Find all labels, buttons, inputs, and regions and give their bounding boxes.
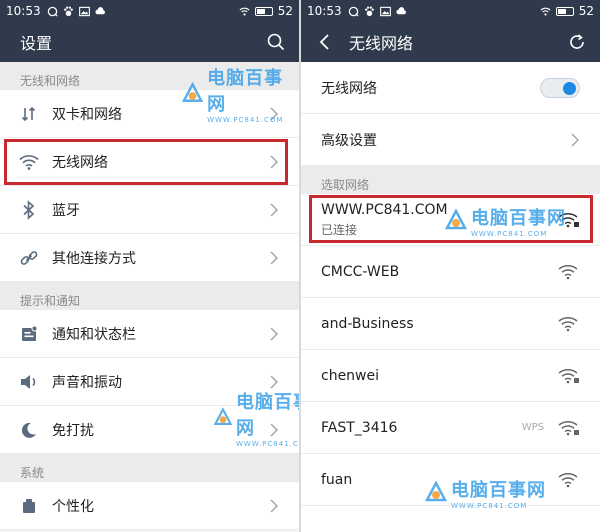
- wifi-icon: [558, 316, 578, 331]
- image-icon: [78, 6, 90, 16]
- network-item[interactable]: and-Business: [301, 298, 600, 350]
- settings-screen: 10:53 52 设置 无线和网络 双卡和网络 无线网络 蓝牙 其他连接方式 提…: [0, 0, 299, 532]
- wifi-locked-icon: [558, 212, 579, 227]
- status-bar: 10:53 52: [301, 0, 600, 22]
- settings-item-bluetooth[interactable]: 蓝牙: [0, 186, 299, 234]
- paw-icon: [63, 6, 73, 16]
- page-title: 设置: [20, 34, 53, 53]
- wlan-toggle-row[interactable]: 无线网络: [301, 62, 600, 114]
- settings-item-sound[interactable]: 声音和振动: [0, 358, 299, 406]
- chevron-right-icon: [270, 107, 278, 120]
- network-item[interactable]: fuan: [301, 454, 600, 506]
- personalize-icon: [18, 495, 40, 517]
- paw-icon: [364, 6, 374, 16]
- chevron-right-icon: [270, 423, 278, 436]
- network-item[interactable]: WWW.PC841.COM 已连接: [301, 194, 600, 246]
- sound-icon: [18, 371, 40, 393]
- settings-item-label: 无线网络: [52, 154, 108, 171]
- settings-item-label: 免打扰: [52, 422, 94, 439]
- network-status: 已连接: [321, 222, 358, 237]
- wifi-locked-icon: [558, 368, 579, 383]
- section-header: 提示和通知: [0, 282, 299, 310]
- back-arrow-icon[interactable]: [313, 33, 337, 51]
- network-item[interactable]: chenwei: [301, 350, 600, 402]
- network-item[interactable]: CMCC-WEB: [301, 246, 600, 298]
- wlan-toggle-label: 无线网络: [321, 80, 377, 97]
- cloud-icon: [95, 6, 105, 14]
- search-icon[interactable]: [267, 33, 285, 51]
- battery-level: 52: [277, 4, 293, 18]
- chevron-right-icon: [270, 499, 278, 512]
- chevron-right-icon: [270, 203, 278, 216]
- section-header: 系统: [0, 454, 299, 482]
- settings-item-label: 其他连接方式: [52, 250, 136, 267]
- settings-item-label: 声音和振动: [52, 374, 122, 391]
- page-title: 无线网络: [349, 34, 414, 53]
- wifi-icon: [18, 151, 40, 173]
- refresh-icon[interactable]: [568, 33, 586, 51]
- status-bar: 10:53 52: [0, 0, 299, 22]
- network-name: chenwei: [321, 367, 380, 384]
- network-name: WWW.PC841.COM: [321, 201, 448, 218]
- chevron-right-icon: [270, 375, 278, 388]
- sim-icon: [18, 103, 40, 125]
- bluetooth-icon: [18, 199, 40, 221]
- network-name: and-Business: [321, 315, 414, 332]
- link-icon: [18, 247, 40, 269]
- wifi-locked-icon: [558, 420, 579, 435]
- section-header: 选取网络: [301, 166, 600, 194]
- network-name: CMCC-WEB: [321, 263, 400, 280]
- wlan-screen: 10:53 52 无线网络 无线网络 高级设置 选取网络 WWW.PC841.C…: [301, 0, 600, 532]
- cloud-icon: [396, 6, 406, 14]
- settings-item-wlan[interactable]: 无线网络: [0, 138, 299, 186]
- chevron-right-icon: [270, 251, 278, 264]
- settings-item-notifications[interactable]: 通知和状态栏: [0, 310, 299, 358]
- app-bar: 无线网络: [301, 22, 600, 62]
- status-time: 10:53: [6, 4, 41, 18]
- network-item[interactable]: FAST_3416 WPS: [301, 402, 600, 454]
- wps-badge: WPS: [521, 422, 544, 433]
- image-icon: [379, 6, 391, 16]
- advanced-settings-row[interactable]: 高级设置: [301, 114, 600, 166]
- notification-icon: [18, 323, 40, 345]
- status-time: 10:53: [307, 4, 342, 18]
- settings-item-label: 通知和状态栏: [52, 326, 136, 343]
- chevron-right-icon: [270, 155, 278, 168]
- settings-item-other-connections[interactable]: 其他连接方式: [0, 234, 299, 282]
- notification-q-icon: [47, 6, 58, 17]
- wifi-icon: [558, 472, 578, 487]
- app-bar: 设置: [0, 22, 299, 62]
- settings-item-label: 个性化: [52, 498, 94, 515]
- wifi-icon: [558, 264, 578, 279]
- settings-item-personalize[interactable]: 个性化: [0, 482, 299, 530]
- settings-item-do-not-disturb[interactable]: 免打扰: [0, 406, 299, 454]
- network-name: fuan: [321, 471, 353, 488]
- notification-q-icon: [348, 6, 359, 17]
- advanced-settings-label: 高级设置: [321, 132, 377, 149]
- network-name: FAST_3416: [321, 419, 398, 436]
- moon-icon: [18, 419, 40, 441]
- wifi-status-icon: [239, 7, 250, 16]
- battery-icon: [254, 6, 273, 16]
- settings-item-label: 双卡和网络: [52, 106, 122, 123]
- section-header: 无线和网络: [0, 62, 299, 90]
- chevron-right-icon: [571, 133, 579, 146]
- wlan-toggle-switch[interactable]: [540, 77, 580, 98]
- chevron-right-icon: [270, 327, 278, 340]
- settings-item-label: 蓝牙: [52, 202, 80, 219]
- settings-item-dual-sim[interactable]: 双卡和网络: [0, 90, 299, 138]
- battery-icon: [555, 6, 574, 16]
- battery-level: 52: [578, 4, 594, 18]
- wifi-status-icon: [540, 7, 551, 16]
